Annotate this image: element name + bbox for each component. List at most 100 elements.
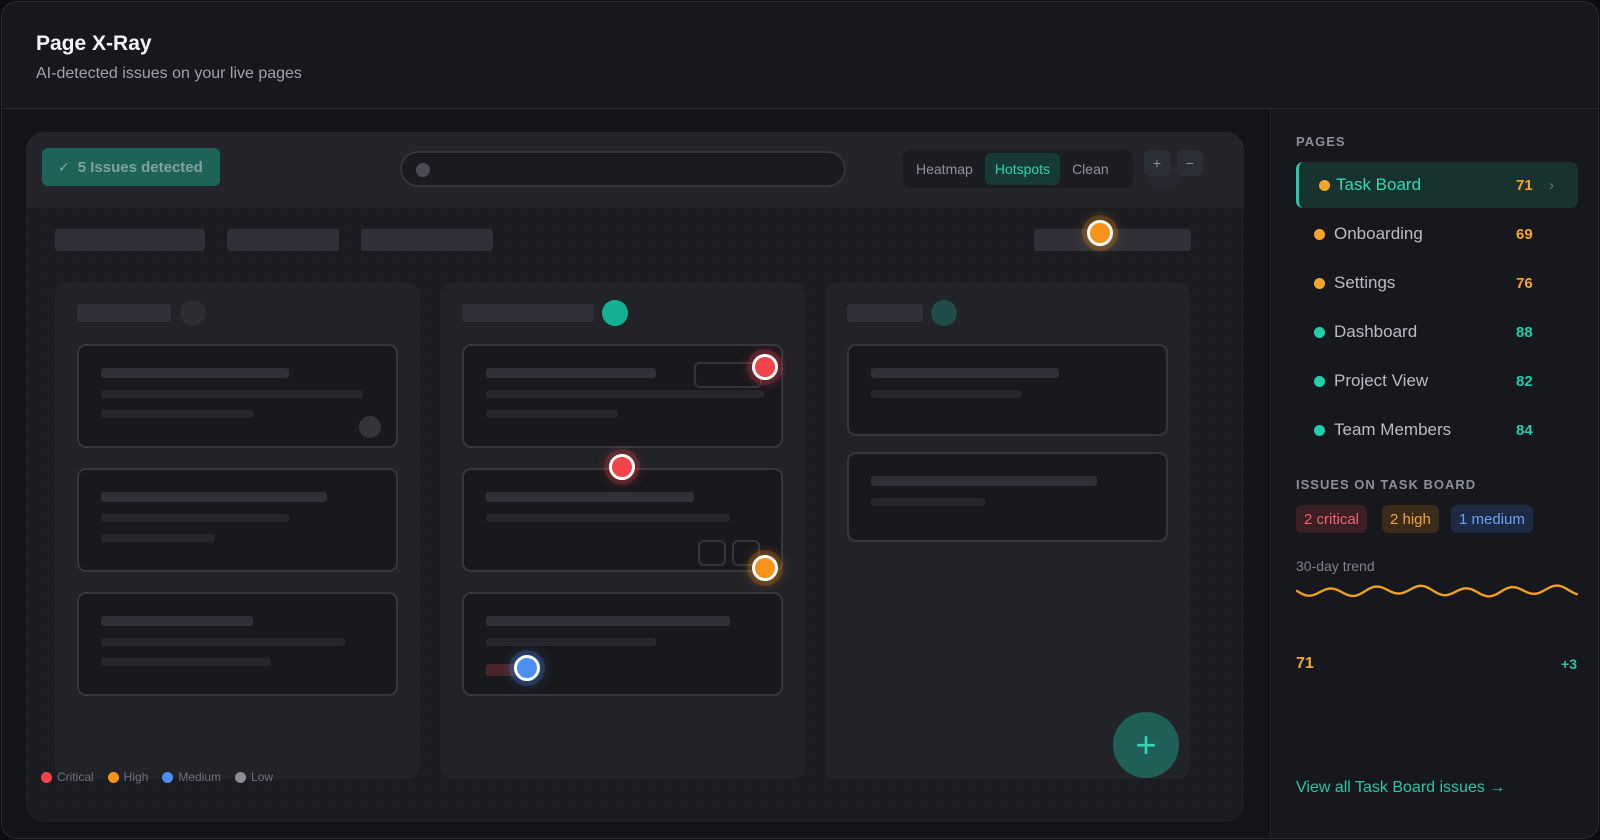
board-column bbox=[440, 282, 805, 779]
hotspot-critical[interactable] bbox=[609, 454, 635, 480]
page-preview-frame[interactable]: ✓ 5 Issues detected Heatmap Hotspots Cle… bbox=[26, 132, 1244, 822]
clean-mode-button[interactable]: Clean bbox=[1062, 153, 1119, 185]
page-item-team-members[interactable]: Team Members 84 bbox=[1296, 407, 1578, 453]
page-score: 69 bbox=[1516, 225, 1533, 243]
text-line-skeleton bbox=[101, 638, 345, 646]
text-line-skeleton bbox=[101, 658, 271, 666]
status-dot-icon bbox=[1319, 179, 1330, 191]
medium-count-chip[interactable]: 1 medium bbox=[1451, 505, 1533, 533]
legend-item-low: Low bbox=[235, 770, 273, 784]
page-score: 71 bbox=[1516, 176, 1533, 194]
low-dot-icon bbox=[235, 771, 247, 783]
check-icon: ✓ bbox=[58, 158, 70, 175]
page-item-dashboard[interactable]: Dashboard 88 bbox=[1296, 309, 1578, 355]
text-line-skeleton bbox=[101, 390, 363, 398]
view-all-issues-link[interactable]: View all Task Board issues → bbox=[1296, 779, 1505, 797]
page-item-settings[interactable]: Settings 76 bbox=[1296, 260, 1578, 306]
task-card bbox=[847, 452, 1168, 542]
text-line-skeleton bbox=[101, 492, 327, 502]
app-window: Page X-Ray AI-detected issues on your li… bbox=[1, 1, 1599, 839]
text-line-skeleton bbox=[486, 616, 730, 626]
nav-tab-skeleton bbox=[227, 229, 339, 251]
hotspot-critical[interactable] bbox=[752, 354, 778, 380]
heatmap-mode-button[interactable]: Heatmap bbox=[906, 153, 983, 185]
trend-label: 30-day trend bbox=[1296, 558, 1375, 574]
page-score: 76 bbox=[1516, 274, 1533, 292]
legend-item-critical: Critical bbox=[41, 770, 94, 784]
hotspot-high[interactable] bbox=[752, 555, 778, 581]
issues-detected-pill: ✓ 5 Issues detected bbox=[42, 148, 220, 186]
page-item-project-view[interactable]: Project View 82 bbox=[1296, 358, 1578, 404]
status-dot-icon bbox=[1314, 326, 1325, 338]
hotspots-mode-button[interactable]: Hotspots bbox=[984, 153, 1061, 185]
text-line-skeleton bbox=[101, 534, 215, 542]
text-line-skeleton bbox=[101, 616, 253, 626]
board-column bbox=[55, 282, 420, 779]
text-line-skeleton bbox=[871, 390, 1021, 398]
text-line-skeleton bbox=[871, 368, 1059, 378]
icon-button-skeleton bbox=[698, 540, 726, 566]
zoom-in-button[interactable]: + bbox=[1144, 150, 1170, 176]
legend-label: High bbox=[123, 770, 149, 784]
text-line-skeleton bbox=[486, 492, 694, 502]
preview-area: ✓ 5 Issues detected Heatmap Hotspots Cle… bbox=[2, 110, 1270, 838]
pages-heading: PAGES bbox=[1296, 134, 1346, 149]
status-dot-icon bbox=[1314, 375, 1325, 387]
text-line-skeleton bbox=[101, 514, 289, 522]
high-count-chip[interactable]: 2 high bbox=[1382, 505, 1439, 533]
issues-detected-label: 5 Issues detected bbox=[77, 158, 203, 176]
text-line-skeleton bbox=[101, 368, 289, 378]
page-item-onboarding[interactable]: Onboarding 69 bbox=[1296, 211, 1578, 257]
issues-heading: ISSUES ON TASK BOARD bbox=[1296, 477, 1477, 492]
text-line-skeleton bbox=[486, 514, 730, 522]
trend-score: 71 bbox=[1296, 655, 1314, 672]
legend-item-high: High bbox=[107, 770, 149, 784]
add-task-fab[interactable]: + bbox=[1113, 712, 1179, 778]
high-dot-icon bbox=[107, 771, 119, 783]
zoom-out-button[interactable]: − bbox=[1177, 150, 1203, 176]
task-card bbox=[462, 592, 783, 696]
header: Page X-Ray AI-detected issues on your li… bbox=[2, 2, 1598, 109]
text-line-skeleton bbox=[871, 498, 985, 506]
page-subtitle: AI-detected issues on your live pages bbox=[36, 65, 302, 82]
legend-item-medium: Medium bbox=[162, 770, 221, 784]
trend-delta: +3 bbox=[1561, 656, 1577, 672]
column-count-badge bbox=[931, 300, 957, 326]
task-card bbox=[462, 468, 783, 572]
legend-label: Low bbox=[251, 770, 274, 784]
legend-label: Medium bbox=[178, 770, 222, 784]
page-name: Project View bbox=[1334, 371, 1429, 390]
page-title: Page X-Ray bbox=[36, 32, 152, 55]
page-score: 84 bbox=[1516, 421, 1533, 439]
nav-tab-skeleton bbox=[55, 229, 205, 251]
hotspot-high[interactable] bbox=[1087, 220, 1113, 246]
hotspot-medium[interactable] bbox=[514, 655, 540, 681]
page-item-task-board[interactable]: Task Board 71 › bbox=[1296, 162, 1578, 208]
task-card bbox=[77, 468, 398, 572]
page-name: Settings bbox=[1334, 273, 1396, 292]
trend-sparkline bbox=[1296, 584, 1578, 598]
legend-label: Critical bbox=[57, 770, 94, 784]
avatar bbox=[359, 416, 381, 438]
column-count-badge bbox=[602, 300, 628, 326]
critical-count-chip[interactable]: 2 critical bbox=[1296, 505, 1368, 533]
column-title-skeleton bbox=[462, 304, 594, 322]
status-dot-icon bbox=[1314, 228, 1325, 240]
task-card bbox=[462, 344, 783, 448]
page-score: 82 bbox=[1516, 372, 1533, 390]
page-name: Task Board bbox=[1336, 175, 1422, 194]
preview-toolbar-skeleton: ✓ 5 Issues detected Heatmap Hotspots Cle… bbox=[26, 132, 1244, 208]
column-title-skeleton bbox=[847, 304, 923, 322]
task-card bbox=[847, 344, 1168, 436]
task-card bbox=[77, 592, 398, 696]
page-score: 88 bbox=[1516, 323, 1533, 341]
text-line-skeleton bbox=[486, 368, 656, 378]
page-name: Onboarding bbox=[1334, 224, 1423, 243]
status-dot-icon bbox=[1314, 277, 1325, 289]
search-bar-skeleton bbox=[400, 151, 846, 187]
text-line-skeleton bbox=[101, 410, 253, 418]
search-icon bbox=[416, 163, 430, 177]
view-mode-toggle: Heatmap Hotspots Clean bbox=[903, 150, 1133, 188]
text-line-skeleton bbox=[486, 410, 618, 418]
status-dot-icon bbox=[1314, 424, 1325, 436]
